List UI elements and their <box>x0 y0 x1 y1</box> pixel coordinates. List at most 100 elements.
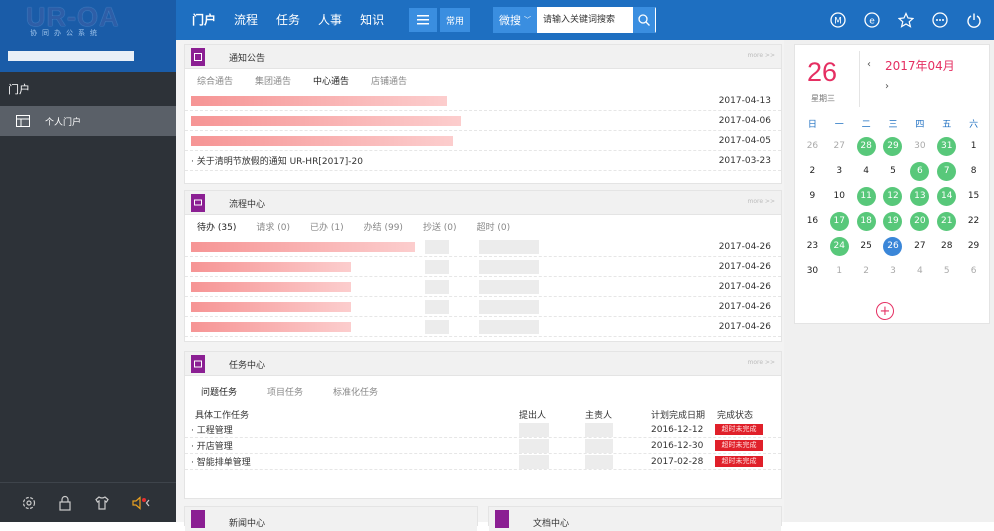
calendar-day-cell[interactable]: 13 <box>906 186 933 206</box>
table-row[interactable]: · 工程管理 2016-12-12 超时未完成 <box>185 422 781 438</box>
tab-general[interactable]: 综合通告 <box>197 74 233 87</box>
calendar-day-cell[interactable]: 4 <box>853 161 880 181</box>
calendar-day-cell[interactable]: 3 <box>880 261 907 281</box>
calendar-day-cell[interactable]: 7 <box>933 161 960 181</box>
tab-standard-task[interactable]: 标准化任务 <box>333 385 378 398</box>
calendar-day-cell[interactable]: 8 <box>960 161 987 181</box>
calendar-day-cell[interactable]: 17 <box>826 211 853 231</box>
calendar-day-cell[interactable]: 27 <box>906 236 933 256</box>
calendar-day-cell[interactable]: 22 <box>960 211 987 231</box>
speaker-icon[interactable] <box>131 495 155 511</box>
calendar-day-cell[interactable]: 27 <box>826 136 853 156</box>
star-icon[interactable] <box>896 10 916 30</box>
more-link[interactable]: more >> <box>747 198 775 205</box>
tab-done[interactable]: 已办 (1) <box>310 220 344 233</box>
table-row[interactable]: 2017-04-26 <box>185 237 781 257</box>
layout-icon <box>16 115 30 127</box>
nav-item-hr[interactable]: 人事 <box>309 0 351 40</box>
calendar-day-cell[interactable]: 9 <box>799 186 826 206</box>
calendar-day-cell[interactable]: 2 <box>799 161 826 181</box>
calendar-day-cell[interactable]: 3 <box>826 161 853 181</box>
search-button[interactable] <box>633 7 655 33</box>
calendar-day-cell[interactable]: 4 <box>906 261 933 281</box>
calendar-day-cell[interactable]: 10 <box>826 186 853 206</box>
chevron-right-icon[interactable]: › <box>885 81 889 92</box>
panel-title: 任务中心 <box>229 361 266 371</box>
power-icon[interactable] <box>964 10 984 30</box>
tab-problem-task[interactable]: 问题任务 <box>201 385 237 398</box>
table-row[interactable]: · 智能排单管理 2017-02-28 超时未完成 <box>185 454 781 470</box>
search-input[interactable] <box>537 8 633 32</box>
calendar-day-cell[interactable]: 14 <box>933 186 960 206</box>
tab-finished[interactable]: 办结 (99) <box>364 220 403 233</box>
e-icon[interactable]: e <box>862 10 882 30</box>
menu-button[interactable] <box>409 8 437 32</box>
calendar-day-cell[interactable]: 5 <box>933 261 960 281</box>
calendar-day-cell[interactable]: 26 <box>880 236 907 256</box>
search-scope-dropdown[interactable]: 微搜 ﹀ <box>493 7 537 33</box>
tab-project-task[interactable]: 项目任务 <box>267 385 303 398</box>
tab-center[interactable]: 中心通告 <box>313 74 349 87</box>
calendar-day-cell[interactable]: 16 <box>799 211 826 231</box>
list-item[interactable]: 2017-04-13 <box>185 91 781 111</box>
lock-icon[interactable] <box>58 495 72 511</box>
calendar-day-cell[interactable]: 2 <box>853 261 880 281</box>
chevron-left-icon[interactable]: ‹ <box>867 59 871 70</box>
calendar-day-cell[interactable]: 12 <box>880 186 907 206</box>
tab-cc[interactable]: 抄送 (0) <box>423 220 457 233</box>
calendar-day-cell[interactable]: 20 <box>906 211 933 231</box>
calendar-day-cell[interactable]: 29 <box>880 136 907 156</box>
calendar-day-cell[interactable]: 6 <box>906 161 933 181</box>
calendar-day-cell[interactable]: 28 <box>853 136 880 156</box>
add-event-button[interactable]: + <box>876 302 894 320</box>
nav-item-portal[interactable]: 门户 <box>183 0 225 40</box>
tab-timeout[interactable]: 超时 (0) <box>477 220 511 233</box>
list-item[interactable]: 2017-04-05 <box>185 131 781 151</box>
more-icon[interactable] <box>930 10 950 30</box>
calendar-day-cell[interactable]: 19 <box>880 211 907 231</box>
right-panel: 26 星期三 ‹ 2017年04月 › 日一二三四五六 26 27 28 29 30 31 1… <box>784 40 994 522</box>
calendar-day-cell[interactable]: 18 <box>853 211 880 231</box>
calendar-day-cell[interactable]: 31 <box>933 136 960 156</box>
table-row[interactable]: 2017-04-26 <box>185 297 781 317</box>
table-row[interactable]: 2017-04-26 <box>185 317 781 337</box>
sidebar-item-personal-portal[interactable]: 个人门户 <box>0 106 176 136</box>
calendar-day-cell[interactable]: 15 <box>960 186 987 206</box>
m-icon[interactable]: M <box>828 10 848 30</box>
calendar-day-cell[interactable]: 24 <box>826 236 853 256</box>
more-link[interactable]: more >> <box>747 52 775 59</box>
calendar-day-cell[interactable]: 21 <box>933 211 960 231</box>
tab-group[interactable]: 集团通告 <box>255 74 291 87</box>
calendar-weekday-header: 三 <box>888 120 898 130</box>
calendar-day-cell[interactable]: 11 <box>853 186 880 206</box>
tab-request[interactable]: 请求 (0) <box>256 220 290 233</box>
table-row[interactable]: 2017-04-26 <box>185 277 781 297</box>
nav-item-knowledge[interactable]: 知识 <box>351 0 393 40</box>
table-row[interactable]: 2017-04-26 <box>185 257 781 277</box>
nav-item-task[interactable]: 任务 <box>267 0 309 40</box>
calendar-day-cell[interactable]: 26 <box>799 136 826 156</box>
shirt-icon[interactable] <box>94 495 110 511</box>
header-task-name: 具体工作任务 <box>195 410 250 421</box>
calendar-day-cell[interactable]: 1 <box>960 136 987 156</box>
calendar-day-cell[interactable]: 29 <box>960 236 987 256</box>
nav-item-workflow[interactable]: 流程 <box>225 0 267 40</box>
calendar-day-cell[interactable]: 28 <box>933 236 960 256</box>
user-info[interactable] <box>0 40 176 72</box>
settings-icon[interactable] <box>21 495 37 511</box>
calendar-day-cell[interactable]: 5 <box>880 161 907 181</box>
tab-todo[interactable]: 待办 (35) <box>197 220 236 233</box>
table-row[interactable]: · 开店管理 2016-12-30 超时未完成 <box>185 438 781 454</box>
more-link[interactable]: more >> <box>747 359 775 366</box>
list-item[interactable]: · 关于清明节放假的通知 UR-HR[2017]-20 2017-03-23 <box>185 151 781 171</box>
calendar-day-cell[interactable]: 30 <box>799 261 826 281</box>
tab-store[interactable]: 店铺通告 <box>371 74 407 87</box>
calendar-day-cell[interactable]: 6 <box>960 261 987 281</box>
calendar-day-cell[interactable]: 23 <box>799 236 826 256</box>
list-item[interactable]: 2017-04-06 <box>185 111 781 131</box>
logo[interactable]: UR-OA 协同办公系统 <box>0 0 176 40</box>
calendar-day-cell[interactable]: 30 <box>906 136 933 156</box>
calendar-day-cell[interactable]: 25 <box>853 236 880 256</box>
common-button[interactable]: 常用 <box>440 8 470 32</box>
calendar-day-cell[interactable]: 1 <box>826 261 853 281</box>
